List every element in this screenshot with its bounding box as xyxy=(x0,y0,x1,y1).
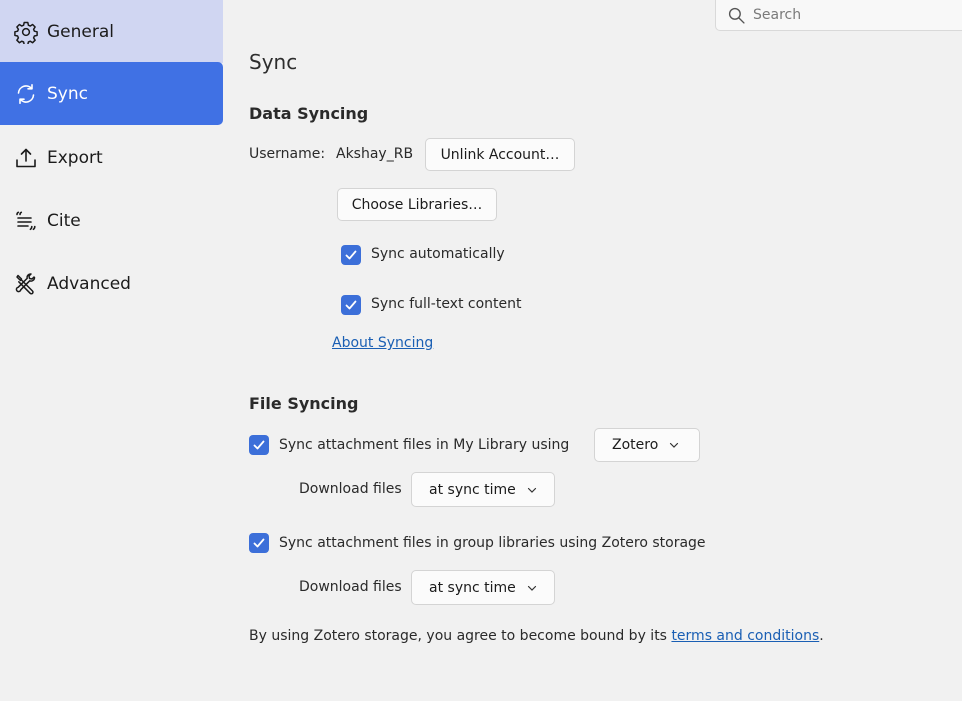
sidebar-item-label: Advanced xyxy=(47,273,131,294)
cite-icon xyxy=(14,209,38,233)
sidebar-item-label: Sync xyxy=(47,83,88,104)
search-box[interactable] xyxy=(715,0,962,31)
sidebar-item-label: Cite xyxy=(47,210,81,231)
sidebar-item-general[interactable]: General xyxy=(0,0,223,63)
group-libraries-download-dropdown[interactable]: at sync time xyxy=(411,570,555,605)
username-label: Username: xyxy=(249,146,326,162)
sync-fulltext-checkbox[interactable] xyxy=(341,295,361,315)
sync-group-libraries-label[interactable]: Sync attachment files in group libraries… xyxy=(279,535,706,551)
storage-terms-suffix: . xyxy=(819,628,824,644)
checkmark-icon xyxy=(345,300,357,310)
search-icon xyxy=(728,7,745,24)
sync-automatically-checkbox[interactable] xyxy=(341,245,361,265)
file-syncing-heading: File Syncing xyxy=(249,394,359,413)
my-library-download-dropdown[interactable]: at sync time xyxy=(411,472,555,507)
sidebar: General Sync Export Cite Advanced xyxy=(0,0,223,701)
chevron-down-icon xyxy=(526,484,538,496)
storage-terms-notice: By using Zotero storage, you agree to be… xyxy=(249,628,824,644)
search-input[interactable] xyxy=(751,6,955,24)
dropdown-value: Zotero xyxy=(612,437,659,453)
checkmark-icon xyxy=(253,440,265,450)
username-value: Akshay_RB xyxy=(336,146,414,162)
sync-my-library-label[interactable]: Sync attachment files in My Library usin… xyxy=(279,437,569,453)
data-syncing-heading: Data Syncing xyxy=(249,104,369,123)
storage-terms-text: By using Zotero storage, you agree to be… xyxy=(249,628,672,644)
about-syncing-link[interactable]: About Syncing xyxy=(332,335,433,351)
file-sync-service-dropdown[interactable]: Zotero xyxy=(594,428,700,462)
dropdown-value: at sync time xyxy=(429,481,516,498)
download-files-label: Download files xyxy=(299,579,402,595)
download-files-label: Download files xyxy=(299,481,402,497)
sync-automatically-label[interactable]: Sync automatically xyxy=(371,246,505,262)
sync-icon xyxy=(14,82,38,106)
sidebar-item-advanced[interactable]: Advanced xyxy=(0,252,223,315)
chevron-down-icon xyxy=(668,439,680,451)
sync-fulltext-label[interactable]: Sync full-text content xyxy=(371,296,522,312)
chevron-down-icon xyxy=(526,582,538,594)
checkmark-icon xyxy=(253,538,265,548)
sync-group-libraries-checkbox[interactable] xyxy=(249,533,269,553)
sidebar-item-label: Export xyxy=(47,147,103,168)
export-icon xyxy=(14,146,38,170)
sidebar-item-cite[interactable]: Cite xyxy=(0,189,223,252)
sidebar-item-sync[interactable]: Sync xyxy=(0,62,223,125)
sync-my-library-checkbox[interactable] xyxy=(249,435,269,455)
terms-and-conditions-link[interactable]: terms and conditions xyxy=(671,628,819,644)
gear-icon xyxy=(14,20,38,44)
tools-icon xyxy=(14,272,38,296)
sidebar-item-export[interactable]: Export xyxy=(0,126,223,189)
page-title: Sync xyxy=(249,50,298,74)
sidebar-item-label: General xyxy=(47,21,114,42)
unlink-account-button[interactable]: Unlink Account… xyxy=(425,138,575,171)
dropdown-value: at sync time xyxy=(429,579,516,596)
checkmark-icon xyxy=(345,250,357,260)
choose-libraries-button[interactable]: Choose Libraries… xyxy=(337,188,497,221)
